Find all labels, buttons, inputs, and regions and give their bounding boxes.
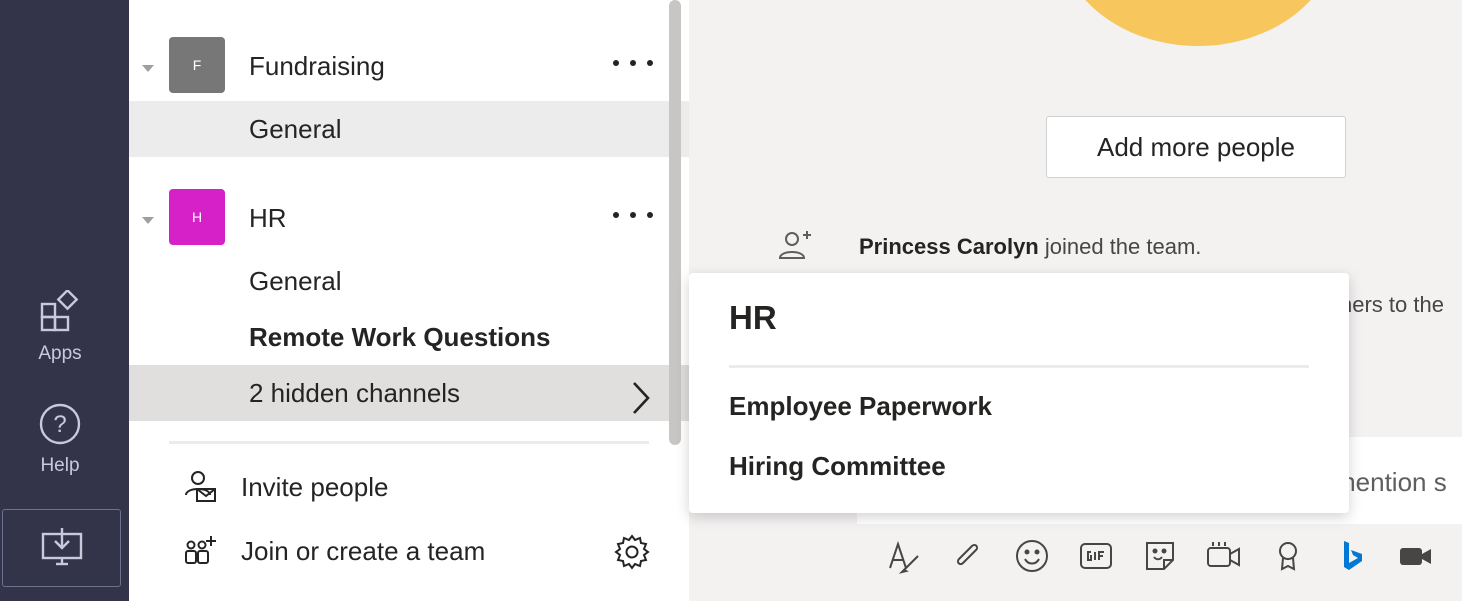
system-message-partial: hers to the [1340, 292, 1444, 317]
popup-channel-employee-paperwork[interactable]: Employee Paperwork [729, 391, 992, 422]
team-hr[interactable]: H HR [129, 187, 689, 247]
download-icon [40, 526, 84, 571]
system-message-joined: Princess Carolyn joined the team. [859, 234, 1201, 260]
rail-apps-button[interactable]: Apps [0, 288, 120, 365]
popup-channel-hiring-committee[interactable]: Hiring Committee [729, 451, 946, 482]
join-create-team-button[interactable]: Join or create a team [181, 531, 485, 571]
chevron-right-icon [629, 381, 653, 422]
composer-placeholder: mention s [1334, 467, 1447, 497]
more-options-icon[interactable] [613, 203, 653, 227]
app-rail: Apps ? Help [0, 0, 129, 601]
hidden-channels-label: 2 hidden channels [249, 377, 461, 408]
person-add-icon [777, 228, 813, 269]
rail-help-label: Help [40, 455, 80, 476]
joined-text: joined the team. [1038, 234, 1202, 259]
team-avatar: H [169, 189, 225, 245]
invite-people-icon [181, 467, 221, 507]
collapse-caret-icon[interactable] [142, 65, 154, 72]
join-team-icon [181, 531, 221, 571]
rail-help-button[interactable]: ? Help [0, 402, 120, 477]
rail-apps-label: Apps [38, 343, 82, 364]
join-create-team-label: Join or create a team [241, 535, 486, 566]
team-avatar: F [169, 37, 225, 93]
svg-text:?: ? [53, 411, 66, 438]
collapse-caret-icon[interactable] [142, 217, 154, 224]
more-options-icon[interactable] [613, 51, 653, 75]
sticker-icon[interactable] [1140, 536, 1180, 576]
team-illustration [1058, 0, 1338, 46]
popup-divider [729, 365, 1309, 368]
invite-people-button[interactable]: Invite people [181, 467, 388, 507]
apps-icon [38, 288, 82, 339]
hidden-channels-popup: HR Employee Paperwork Hiring Committee [689, 273, 1349, 513]
teams-panel: F Fundraising General H HR General Remot… [129, 0, 689, 601]
format-icon[interactable] [884, 536, 924, 576]
settings-gear-icon[interactable] [613, 533, 651, 576]
attach-icon[interactable] [948, 536, 988, 576]
invite-people-label: Invite people [241, 471, 389, 502]
panel-scrollbar[interactable] [669, 0, 681, 445]
add-more-people-button[interactable]: Add more people [1046, 116, 1346, 178]
bing-icon[interactable] [1332, 536, 1372, 576]
channel-remote-work-questions[interactable]: Remote Work Questions [129, 309, 689, 365]
help-icon: ? [38, 402, 82, 451]
emoji-icon[interactable] [1012, 536, 1052, 576]
joined-user-name: Princess Carolyn [859, 234, 1039, 259]
gif-icon[interactable] [1076, 536, 1116, 576]
channel-fundraising-general[interactable]: General [129, 101, 689, 157]
video-call-icon[interactable] [1396, 536, 1436, 576]
hidden-channels-item[interactable]: 2 hidden channels [129, 365, 689, 421]
team-fundraising[interactable]: F Fundraising [129, 35, 689, 95]
channel-hr-general[interactable]: General [129, 253, 689, 309]
download-app-button[interactable] [2, 509, 121, 587]
meet-now-icon[interactable] [1204, 536, 1244, 576]
praise-icon[interactable] [1268, 536, 1308, 576]
team-name: Fundraising [249, 51, 385, 81]
divider [169, 441, 649, 444]
team-name: HR [249, 203, 287, 233]
popup-title: HR [729, 299, 777, 336]
